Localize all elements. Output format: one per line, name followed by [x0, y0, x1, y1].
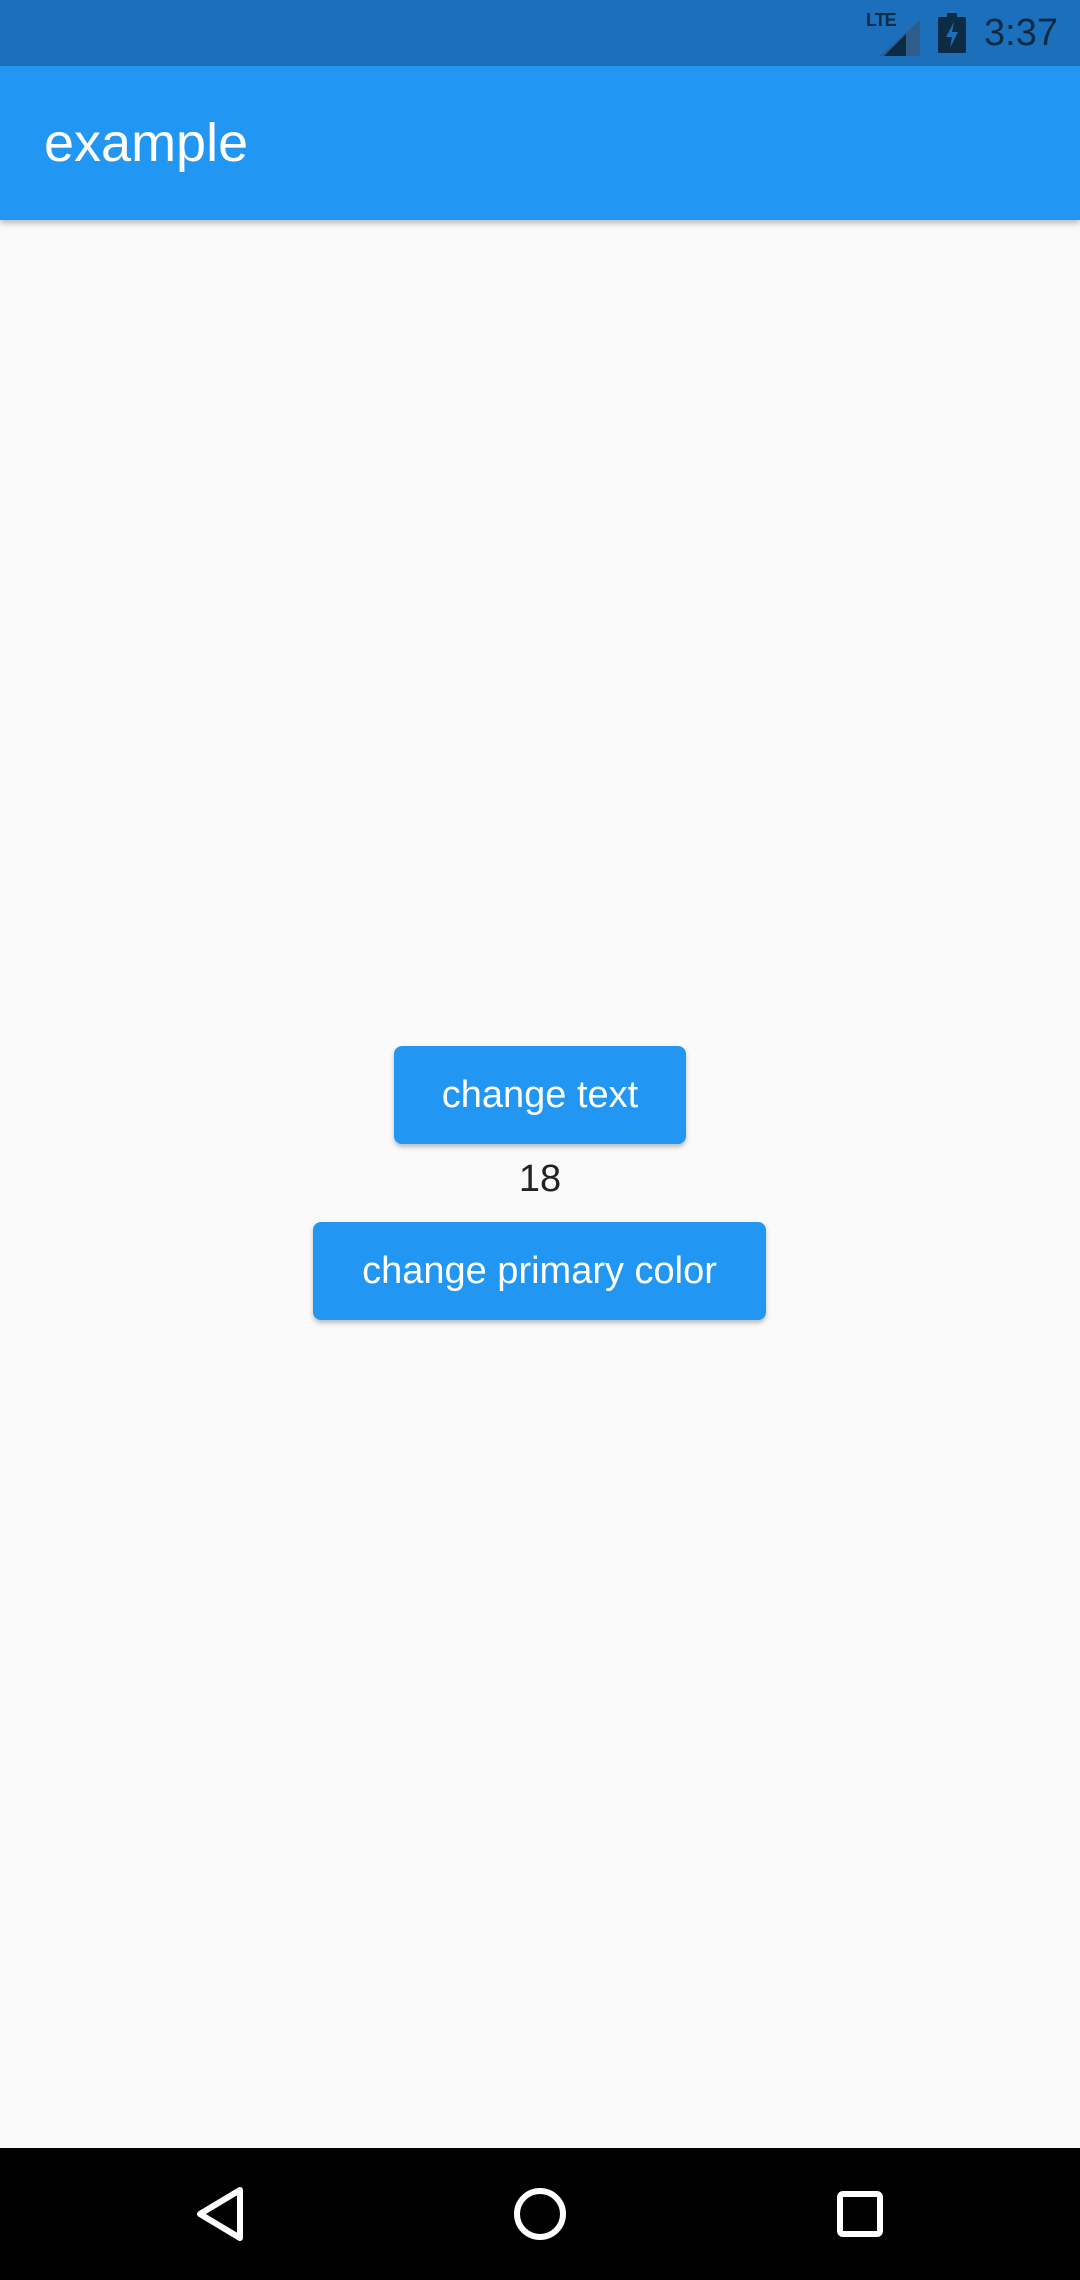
- change-text-button[interactable]: change text: [394, 1046, 686, 1144]
- main-content: change text 18 change primary color: [0, 220, 1080, 2148]
- app-bar: example: [0, 66, 1080, 220]
- change-text-label: change text: [441, 1073, 639, 1116]
- change-primary-color-label: change primary color: [362, 1249, 717, 1292]
- recents-square-icon: [837, 2191, 883, 2237]
- counter-text: 18: [518, 1158, 562, 1200]
- app-title: example: [44, 113, 249, 173]
- recents-button[interactable]: [800, 2148, 920, 2280]
- navigation-bar: [0, 2148, 1080, 2280]
- back-triangle-icon: [197, 2187, 243, 2241]
- back-button[interactable]: [160, 2148, 280, 2280]
- status-clock: 3:37: [984, 12, 1058, 54]
- battery-charging-icon: [938, 13, 967, 53]
- status-icons: LTE 3:37: [866, 0, 1058, 66]
- cell-signal-icon: LTE: [866, 10, 921, 56]
- home-button[interactable]: [480, 2148, 600, 2280]
- status-bar: LTE 3:37: [0, 0, 1080, 66]
- change-primary-color-button[interactable]: change primary color: [313, 1222, 766, 1320]
- home-circle-icon: [514, 2188, 566, 2240]
